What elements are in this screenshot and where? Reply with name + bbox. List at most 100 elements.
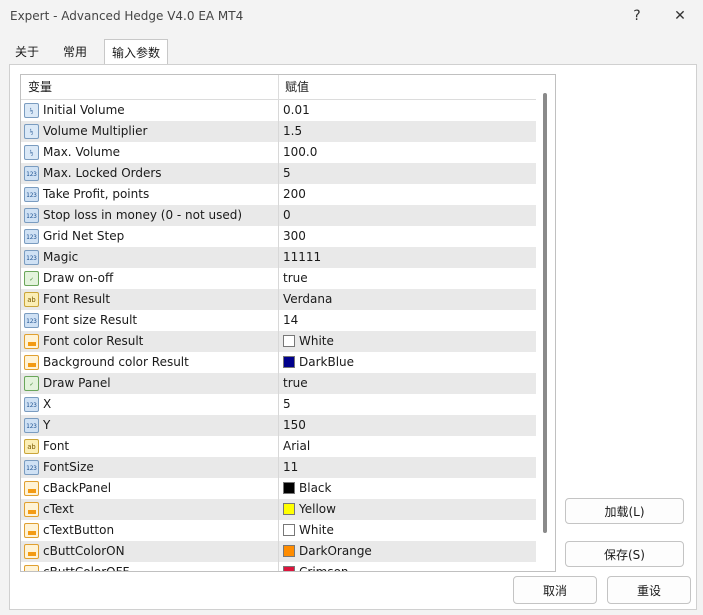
value-cell[interactable]: 100.0 [279,142,536,163]
variable-cell[interactable]: 123 Y [21,415,279,436]
variable-name: Background color Result [43,355,189,369]
variable-cell[interactable]: 123 Grid Net Step [21,226,279,247]
table-row[interactable]: 123 X 5 [21,394,536,415]
table-row[interactable]: ½ Volume Multiplier 1.5 [21,121,536,142]
table-row[interactable]: 123 Font size Result 14 [21,310,536,331]
variable-name: Font size Result [43,313,138,327]
variable-cell[interactable]: Font color Result [21,331,279,352]
string-value-icon: ab [24,439,39,454]
variable-name: Take Profit, points [43,187,150,201]
variable-cell[interactable]: 123 Take Profit, points [21,184,279,205]
value-cell[interactable]: 150 [279,415,536,436]
value-text: Black [299,481,332,495]
table-row[interactable]: ✓ Draw Panel true [21,373,536,394]
value-cell[interactable]: 11 [279,457,536,478]
variable-cell[interactable]: Background color Result [21,352,279,373]
double-value-icon: ½ [24,103,39,118]
value-cell[interactable]: DarkOrange [279,541,536,562]
vertical-scrollbar[interactable] [543,93,547,533]
variable-cell[interactable]: 123 Font size Result [21,310,279,331]
value-cell[interactable]: Yellow [279,499,536,520]
table-row[interactable]: ab Font Result Verdana [21,289,536,310]
variable-cell[interactable]: cButtColorOFF [21,562,279,571]
table-row[interactable]: cButtColorON DarkOrange [21,541,536,562]
value-cell[interactable]: Crimson [279,562,536,571]
variable-cell[interactable]: 123 Stop loss in money (0 - not used) [21,205,279,226]
table-row[interactable]: Background color Result DarkBlue [21,352,536,373]
table-row[interactable]: cText Yellow [21,499,536,520]
variable-cell[interactable]: ab Font Result [21,289,279,310]
table-row[interactable]: ✓ Draw on-off true [21,268,536,289]
variable-cell[interactable]: ½ Max. Volume [21,142,279,163]
variable-cell[interactable]: cText [21,499,279,520]
value-cell[interactable]: DarkBlue [279,352,536,373]
value-cell[interactable]: 11111 [279,247,536,268]
color-value-icon [24,502,39,517]
table-row[interactable]: 123 Magic 11111 [21,247,536,268]
table-row[interactable]: 123 Take Profit, points 200 [21,184,536,205]
value-cell[interactable]: true [279,373,536,394]
value-cell[interactable]: Verdana [279,289,536,310]
table-row[interactable]: Font color Result White [21,331,536,352]
variable-name: Font Result [43,292,111,306]
boolean-value-icon: ✓ [24,376,39,391]
variable-name: Y [43,418,51,432]
variable-cell[interactable]: ✓ Draw Panel [21,373,279,394]
value-cell[interactable]: 0.01 [279,100,536,121]
value-text: 200 [283,187,306,201]
variable-cell[interactable]: 123 Max. Locked Orders [21,163,279,184]
column-header-value[interactable]: 赋值 [285,75,309,99]
table-row[interactable]: 123 Max. Locked Orders 5 [21,163,536,184]
value-text: 150 [283,418,306,432]
column-divider[interactable] [278,75,279,99]
table-row[interactable]: 123 Stop loss in money (0 - not used) 0 [21,205,536,226]
save-button[interactable]: 保存(S) [565,541,684,567]
tab-common[interactable]: 常用 [54,41,96,64]
value-cell[interactable]: White [279,331,536,352]
table-row[interactable]: cButtColorOFF Crimson [21,562,536,571]
table-row[interactable]: ab Font Arial [21,436,536,457]
value-cell[interactable]: 5 [279,163,536,184]
close-button[interactable]: ✕ [660,4,700,28]
variable-cell[interactable]: 123 FontSize [21,457,279,478]
color-swatch [283,503,295,515]
table-row[interactable]: cBackPanel Black [21,478,536,499]
integer-value-icon: 123 [24,397,39,412]
table-row[interactable]: ½ Max. Volume 100.0 [21,142,536,163]
variable-cell[interactable]: ½ Volume Multiplier [21,121,279,142]
tab-inputs[interactable]: 输入参数 [104,39,168,64]
table-row[interactable]: 123 FontSize 11 [21,457,536,478]
cancel-button[interactable]: 取消 [513,576,597,604]
table-row[interactable]: 123 Grid Net Step 300 [21,226,536,247]
variable-cell[interactable]: cButtColorON [21,541,279,562]
value-text: 5 [283,166,291,180]
value-cell[interactable]: Arial [279,436,536,457]
tab-about[interactable]: 关于 [10,41,44,64]
table-row[interactable]: 123 Y 150 [21,415,536,436]
value-cell[interactable]: 1.5 [279,121,536,142]
value-cell[interactable]: true [279,268,536,289]
variable-cell[interactable]: ✓ Draw on-off [21,268,279,289]
parameters-grid: 变量 赋值 ½ Initial Volume 0.01 ½ Volume Multipl… [20,74,556,572]
value-cell[interactable]: White [279,520,536,541]
variable-cell[interactable]: 123 Magic [21,247,279,268]
value-cell[interactable]: 200 [279,184,536,205]
table-row[interactable]: cTextButton White [21,520,536,541]
variable-cell[interactable]: cTextButton [21,520,279,541]
value-cell[interactable]: 5 [279,394,536,415]
reset-button[interactable]: 重设 [607,576,691,604]
variable-cell[interactable]: 123 X [21,394,279,415]
value-cell[interactable]: 14 [279,310,536,331]
variable-cell[interactable]: cBackPanel [21,478,279,499]
value-cell[interactable]: Black [279,478,536,499]
value-cell[interactable]: 0 [279,205,536,226]
value-text: true [283,376,308,390]
load-button[interactable]: 加载(L) [565,498,684,524]
variable-cell[interactable]: ½ Initial Volume [21,100,279,121]
column-header-variable[interactable]: 变量 [28,75,52,99]
table-row[interactable]: ½ Initial Volume 0.01 [21,100,536,121]
variable-cell[interactable]: ab Font [21,436,279,457]
boolean-value-icon: ✓ [24,271,39,286]
value-cell[interactable]: 300 [279,226,536,247]
help-button[interactable]: ? [617,4,657,28]
